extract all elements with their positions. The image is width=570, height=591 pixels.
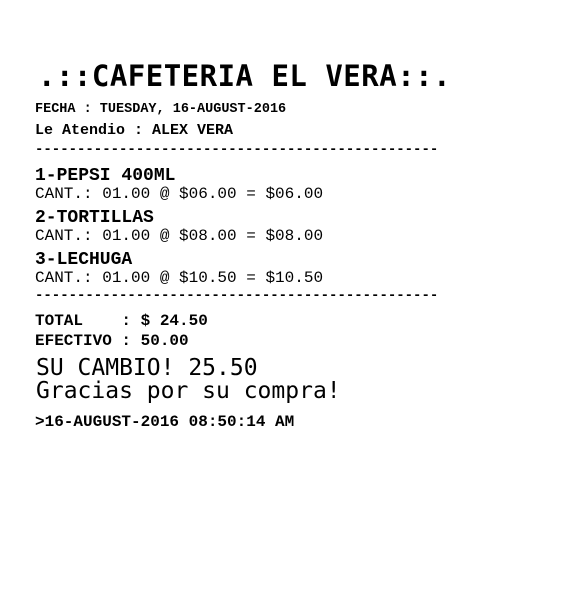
item-detail-pepsi: CANT.: 01.00 @ $06.00 = $06.00	[35, 185, 324, 203]
receipt-attendant: Le Atendio : ALEX VERA	[35, 122, 234, 139]
separator-top: ----------------------------------------…	[35, 142, 439, 158]
receipt-timestamp: >16-AUGUST-2016 08:50:14 AM	[35, 413, 295, 431]
item-name-tortillas: 2-TORTILLAS	[35, 208, 154, 228]
receipt-total: TOTAL : $ 24.50	[35, 312, 208, 330]
receipt-cash: EFECTIVO : 50.00	[35, 332, 189, 350]
item-name-lechuga: 3-LECHUGA	[35, 250, 133, 270]
receipt-thanks: Gracias por su compra!	[36, 378, 341, 404]
receipt-change: SU CAMBIO! 25.50	[36, 355, 258, 381]
item-name-pepsi: 1-PEPSI 400ML	[35, 166, 176, 186]
item-detail-tortillas: CANT.: 01.00 @ $08.00 = $08.00	[35, 227, 324, 245]
item-detail-lechuga: CANT.: 01.00 @ $10.50 = $10.50	[35, 269, 324, 287]
separator-bottom: ----------------------------------------…	[35, 288, 439, 304]
receipt-title: .::CAFETERIA EL VERA::.	[38, 59, 452, 93]
receipt: .::CAFETERIA EL VERA::. FECHA : TUESDAY,…	[0, 0, 570, 591]
receipt-date: FECHA : TUESDAY, 16-AUGUST-2016	[35, 102, 287, 117]
